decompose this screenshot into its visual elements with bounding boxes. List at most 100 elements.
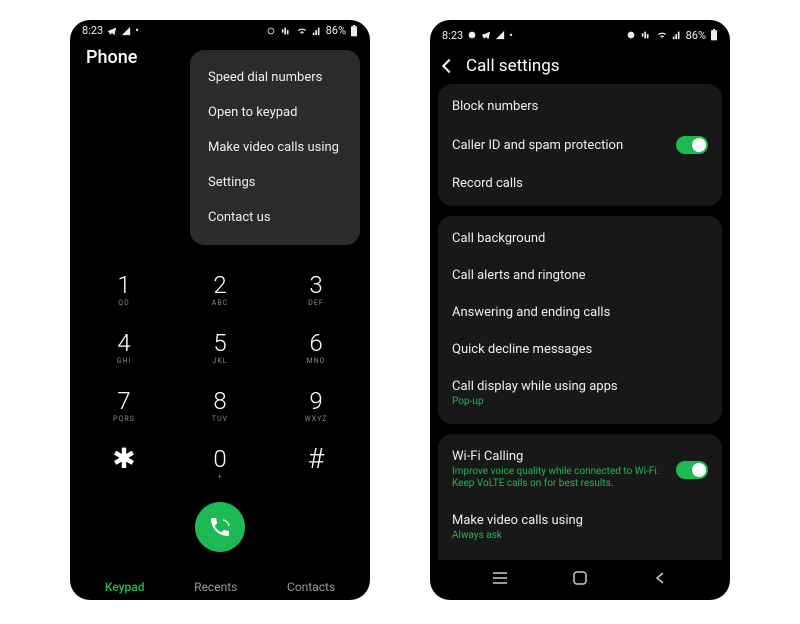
key-letters: + — [218, 473, 223, 481]
key-8[interactable]: 8 TUV — [176, 378, 264, 434]
alarm-icon — [266, 26, 276, 36]
page-title: Call settings — [466, 56, 560, 76]
key-7[interactable]: 7PQRS — [80, 378, 168, 434]
key-3[interactable]: 3 DEF — [272, 262, 360, 318]
wifi-icon — [296, 26, 308, 36]
back-button[interactable] — [442, 59, 456, 73]
label: Caller ID and spam protection — [452, 138, 676, 153]
label: Make video calls using — [452, 513, 708, 528]
key-digit: 9 — [309, 389, 322, 413]
settings-group-2: Call background Call alerts and ringtone… — [438, 216, 722, 424]
cell-icon — [672, 30, 682, 40]
key-digit: 7 — [117, 389, 130, 413]
status-bar: 8:23 • 86% — [70, 20, 370, 37]
key-digit: 2 — [213, 273, 226, 297]
row-wifi-calling[interactable]: Wi-Fi Calling Improve voice quality whil… — [438, 438, 722, 502]
row-block-numbers[interactable]: Block numbers — [438, 88, 722, 125]
tab-keypad[interactable]: Keypad — [101, 574, 149, 600]
phone-dialer-screen: 8:23 • 86% Phone Speed dial numbers Open… — [70, 20, 370, 600]
call-settings-screen: 8:23 • 86% Call settings Block numbers C… — [430, 20, 730, 600]
menu-settings[interactable]: Settings — [190, 165, 360, 200]
row-voicemail[interactable]: Voicemail — [438, 553, 722, 560]
menu-video-calls[interactable]: Make video calls using — [190, 130, 360, 165]
row-call-display[interactable]: Call display while using apps Pop-up — [438, 368, 722, 420]
status-bar: 8:23 • 86% — [430, 20, 730, 46]
menu-open-keypad[interactable]: Open to keypad — [190, 95, 360, 130]
label: Wi-Fi Calling — [452, 449, 676, 464]
settings-group-3: Wi-Fi Calling Improve voice quality whil… — [438, 434, 722, 561]
key-4[interactable]: 4GHI — [80, 320, 168, 376]
settings-list[interactable]: Block numbers Caller ID and spam protect… — [430, 84, 730, 560]
battery-icon — [710, 29, 718, 41]
key-digit: 6 — [309, 331, 322, 355]
battery-percent: 86% — [686, 29, 706, 42]
key-0[interactable]: 0+ — [176, 436, 264, 492]
key-2[interactable]: 2ABC — [176, 262, 264, 318]
status-dot: • — [509, 29, 513, 42]
label: Record calls — [452, 176, 708, 191]
sublabel: Always ask — [452, 530, 708, 543]
battery-icon — [350, 25, 358, 37]
nav-bar — [430, 560, 730, 600]
row-call-background[interactable]: Call background — [438, 220, 722, 257]
keypad: 1QD2ABC3DEF4GHI5JKL6MNO7PQRS8TUV9WXYZ✱0+… — [70, 262, 370, 552]
key-digit: 5 — [213, 331, 226, 355]
tab-contacts[interactable]: Contacts — [283, 574, 339, 600]
row-record-calls[interactable]: Record calls — [438, 165, 722, 202]
label: Block numbers — [452, 99, 708, 114]
key-star[interactable]: ✱ — [80, 436, 168, 492]
label: Answering and ending calls — [452, 305, 708, 320]
key-9[interactable]: 9WXYZ — [272, 378, 360, 434]
key-letters: TUV — [212, 415, 228, 423]
alarm-icon — [626, 30, 636, 40]
row-call-alerts[interactable]: Call alerts and ringtone — [438, 257, 722, 294]
key-digit: 0 — [213, 447, 226, 471]
phone-icon — [208, 515, 232, 539]
row-caller-id[interactable]: Caller ID and spam protection — [438, 125, 722, 165]
key-digit: 3 — [309, 273, 322, 297]
key-letters: JKL — [212, 357, 227, 365]
settings-header: Call settings — [430, 46, 730, 84]
alarm-icon — [467, 30, 477, 40]
toggle-caller-id[interactable] — [676, 136, 708, 154]
volte-icon — [280, 26, 292, 36]
key-5[interactable]: 5 JKL — [176, 320, 264, 376]
toggle-wifi-calling[interactable] — [676, 461, 708, 479]
nav-back[interactable] — [645, 571, 675, 585]
row-video-calls[interactable]: Make video calls using Always ask — [438, 502, 722, 554]
telegram-icon — [481, 30, 491, 40]
cell-icon — [312, 26, 322, 36]
label: Call background — [452, 231, 708, 246]
signal-icon — [121, 26, 131, 36]
key-letters: QD — [118, 299, 129, 307]
key-hash[interactable]: # — [272, 436, 360, 492]
nav-recents[interactable] — [485, 571, 515, 585]
row-quick-decline[interactable]: Quick decline messages — [438, 331, 722, 368]
label: Quick decline messages — [452, 342, 708, 357]
telegram-icon — [107, 26, 117, 36]
key-digit: 8 — [213, 389, 226, 413]
key-digit: # — [308, 445, 324, 473]
overflow-menu: Speed dial numbers Open to keypad Make v… — [190, 50, 360, 245]
call-button[interactable] — [195, 502, 245, 552]
key-1[interactable]: 1 QD — [80, 262, 168, 318]
key-digit: 1 — [117, 273, 130, 297]
sublabel: Improve voice quality while connected to… — [452, 466, 676, 491]
key-letters: DEF — [308, 299, 323, 307]
key-letters: MNO — [307, 357, 326, 365]
menu-contact-us[interactable]: Contact us — [190, 200, 360, 235]
settings-group-1: Block numbers Caller ID and spam protect… — [438, 84, 722, 206]
signal-icon — [495, 30, 505, 40]
nav-home[interactable] — [565, 571, 595, 585]
sublabel: Pop-up — [452, 396, 708, 409]
battery-percent: 86% — [326, 24, 346, 37]
key-digit: ✱ — [112, 445, 135, 473]
key-6[interactable]: 6 MNO — [272, 320, 360, 376]
row-answering[interactable]: Answering and ending calls — [438, 294, 722, 331]
wifi-icon — [656, 30, 668, 40]
volte-icon — [640, 30, 652, 40]
menu-speed-dial[interactable]: Speed dial numbers — [190, 60, 360, 95]
tab-recents[interactable]: Recents — [190, 574, 241, 600]
status-time: 8:23 — [82, 24, 103, 37]
bottom-tabs: Keypad Recents Contacts — [70, 574, 370, 600]
